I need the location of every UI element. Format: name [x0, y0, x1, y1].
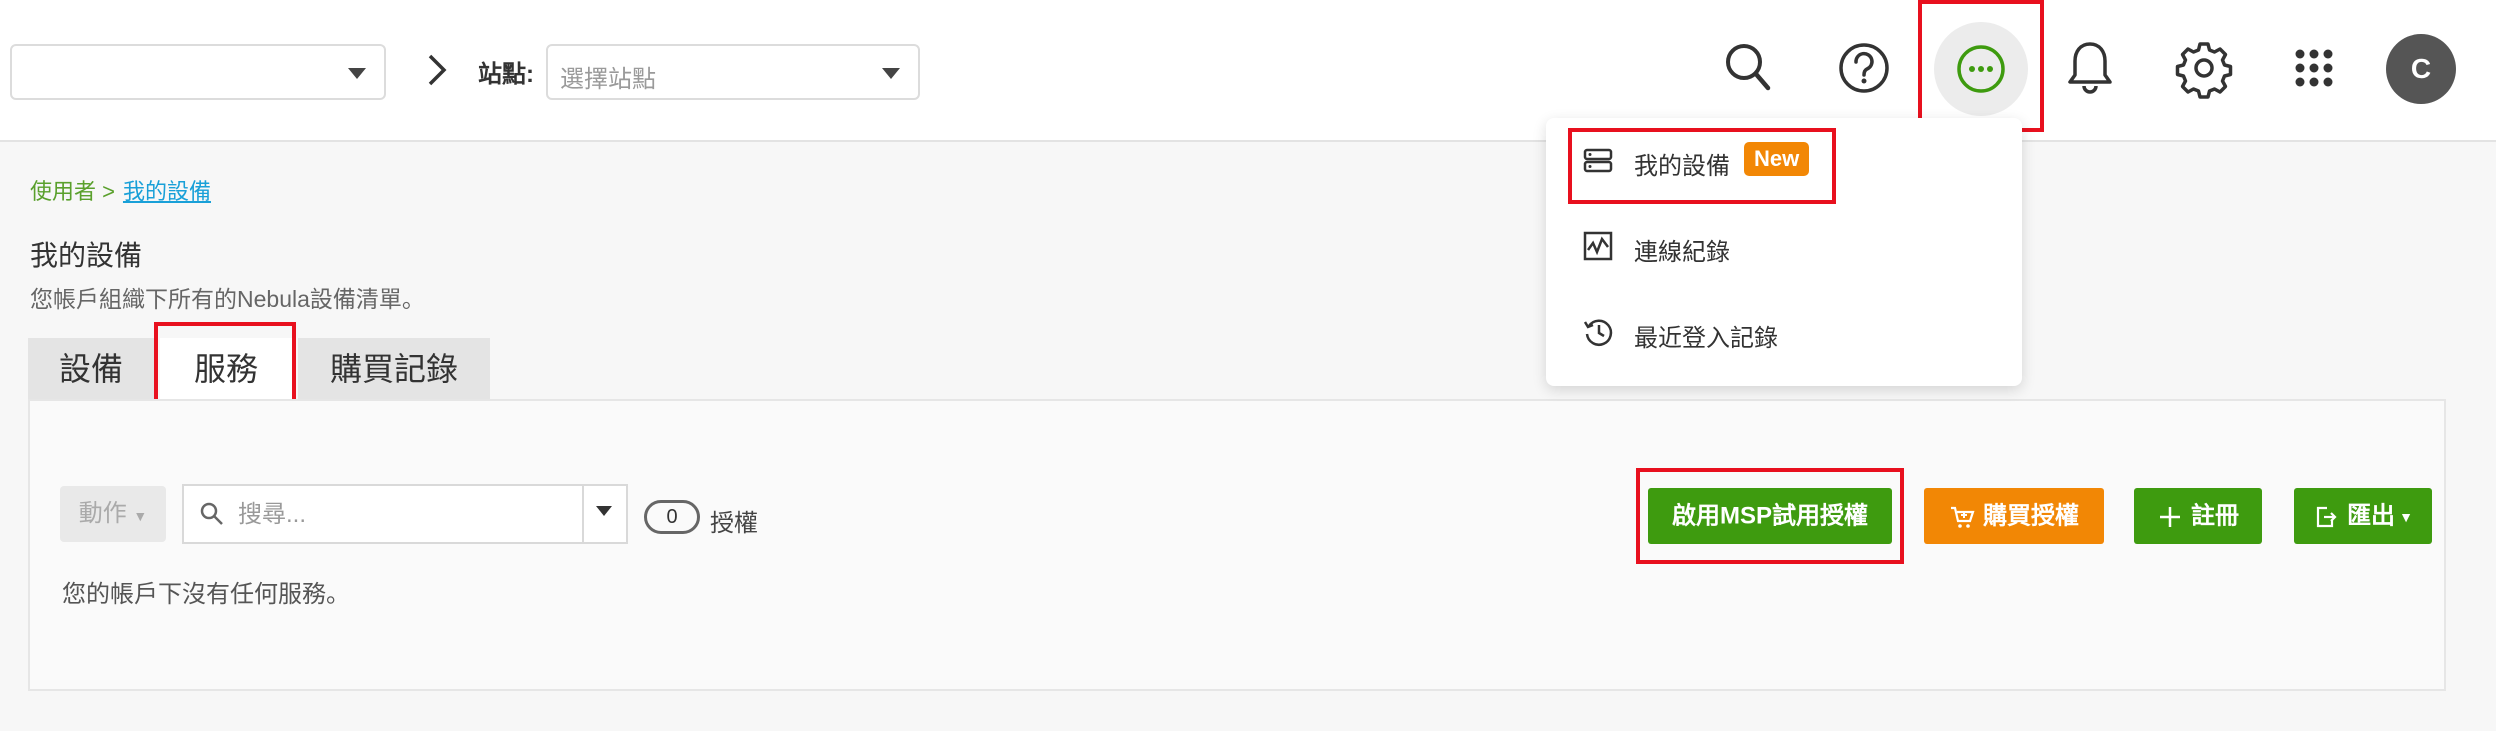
- tab-purchase-history[interactable]: 購買記錄: [298, 338, 490, 400]
- export-button[interactable]: 匯出 ▼: [2294, 488, 2432, 544]
- help-icon[interactable]: [1832, 36, 1896, 100]
- history-icon: [1583, 319, 1613, 346]
- menu-item-label: 連線紀錄: [1634, 239, 1730, 266]
- chevron-down-icon: [882, 68, 900, 79]
- action-label: 動作: [78, 500, 127, 527]
- new-badge: New: [1744, 142, 1810, 176]
- chevron-down-icon: [348, 68, 366, 79]
- organization-select[interactable]: [10, 44, 386, 100]
- search-icon[interactable]: [1716, 36, 1780, 100]
- search-input[interactable]: [236, 494, 560, 536]
- page-title: 我的設備: [30, 240, 143, 271]
- tab-services[interactable]: 服務: [160, 338, 292, 400]
- activate-msp-trial-label: 啟用MSP試用授權: [1671, 502, 1868, 530]
- plus-icon: [2160, 506, 2180, 527]
- breadcrumb: 使用者 > 我的設備: [30, 174, 211, 206]
- license-count-toggle[interactable]: 0: [644, 500, 700, 534]
- cart-plus-icon: [1951, 506, 1975, 528]
- services-panel: [28, 399, 2446, 691]
- register-button[interactable]: 註冊: [2134, 488, 2262, 544]
- search-divider: [582, 486, 584, 542]
- more-menu: 我的設備 New 連線紀錄 最近登入記錄: [1546, 118, 2022, 386]
- avatar[interactable]: C: [2386, 34, 2456, 104]
- top-bar: 站點: 選擇站點 C: [0, 0, 2496, 142]
- activate-msp-trial-button[interactable]: 啟用MSP試用授權: [1648, 488, 1892, 544]
- menu-item-login-history[interactable]: 最近登入記錄: [1546, 292, 2022, 372]
- breadcrumb-current-link[interactable]: 我的設備: [123, 179, 211, 204]
- caret-down-icon: ▼: [133, 508, 148, 524]
- gear-icon[interactable]: [2172, 36, 2236, 100]
- export-icon: [2316, 506, 2337, 527]
- buy-license-label: 購買授權: [1983, 502, 2079, 530]
- chevron-right-icon: [428, 54, 447, 86]
- device-list-icon: [1583, 148, 1613, 173]
- more-icon: [1957, 45, 2005, 93]
- breadcrumb-parent: 使用者 >: [30, 179, 115, 204]
- buy-license-button[interactable]: 購買授權: [1924, 488, 2104, 544]
- action-dropdown-button[interactable]: 動作 ▼: [60, 486, 166, 542]
- tab-devices[interactable]: 設備: [28, 338, 154, 400]
- apps-grid-icon[interactable]: [2282, 36, 2346, 100]
- menu-item-label: 我的設備: [1634, 153, 1730, 180]
- activity-chart-icon: [1583, 231, 1613, 261]
- bell-icon[interactable]: [2058, 36, 2122, 100]
- page-subtitle: 您帳戶組織下所有的Nebula設備清單。: [30, 286, 425, 312]
- menu-item-label: 最近登入記錄: [1634, 325, 1778, 352]
- search-icon: [200, 502, 223, 525]
- site-label: 站點:: [478, 61, 534, 88]
- empty-message: 您的帳戶下沒有任何服務。: [62, 581, 350, 608]
- search-filter-caret-icon[interactable]: [596, 506, 612, 516]
- register-label: 註冊: [2191, 502, 2239, 530]
- license-toggle-label: 授權: [710, 510, 758, 537]
- export-label: 匯出: [2347, 502, 2396, 530]
- site-select-placeholder: 選擇站點: [560, 66, 656, 93]
- more-button[interactable]: [1934, 22, 2028, 116]
- site-select[interactable]: 選擇站點: [546, 44, 920, 100]
- menu-item-my-devices[interactable]: 我的設備 New: [1546, 120, 2022, 200]
- menu-item-connection-log[interactable]: 連線紀錄: [1546, 206, 2022, 286]
- search-box: [182, 484, 628, 544]
- caret-down-icon: ▼: [2399, 508, 2413, 525]
